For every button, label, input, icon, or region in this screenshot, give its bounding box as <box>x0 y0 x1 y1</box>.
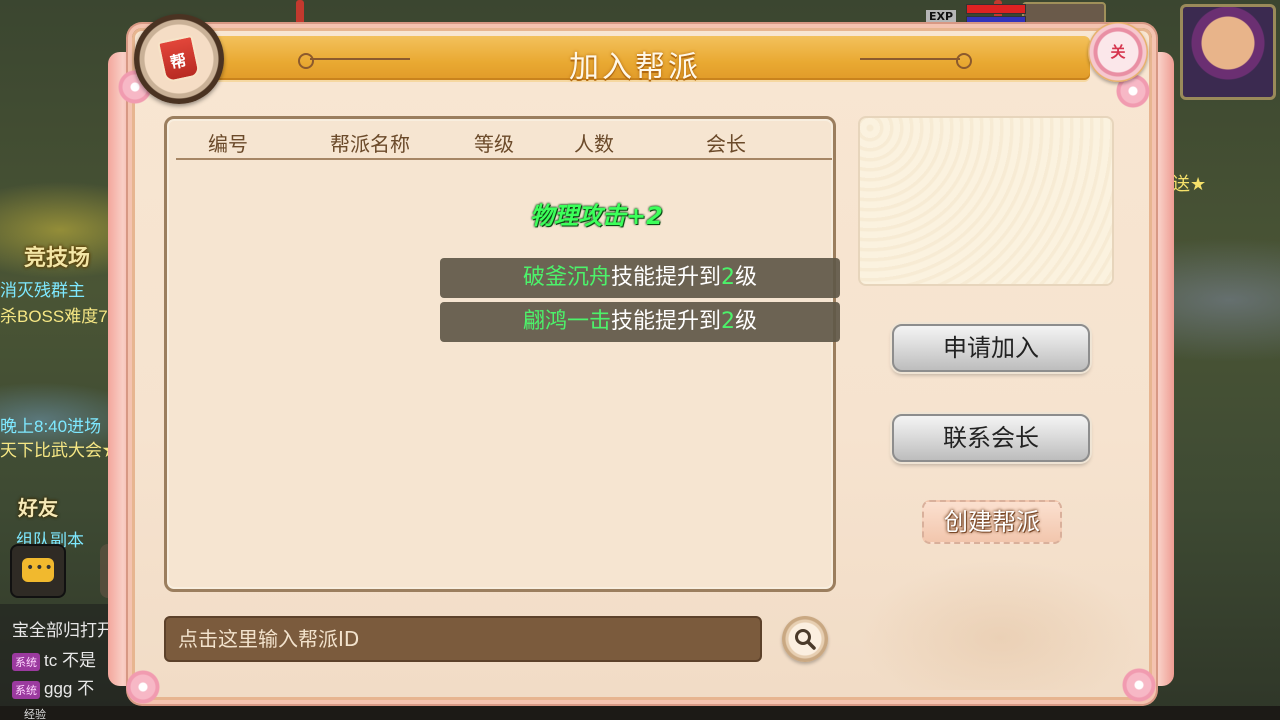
skill-upgrade-toast: 破釜沉舟技能提升到2级 <box>440 258 840 298</box>
mp-bar <box>966 16 1026 24</box>
column-header-leader: 会长 <box>706 132 746 156</box>
contact-leader-button[interactable]: 联系会长 <box>892 414 1090 462</box>
system-badge: 系统 <box>12 652 40 671</box>
toast-suffix: 级 <box>735 309 758 334</box>
skill-name: 翩鸿一击 <box>522 309 611 334</box>
chat-line: 系统 tc 不是 <box>12 646 96 671</box>
chat-text: ggg 不 <box>44 679 95 698</box>
chat-line: 宝全部归打开 <box>12 616 114 641</box>
create-guild-button[interactable]: 创建帮派 <box>922 500 1062 544</box>
flourish-right <box>860 53 972 69</box>
exp-label: EXP <box>926 10 957 23</box>
column-header-level: 等级 <box>474 132 514 156</box>
red-rope-decoration <box>296 0 304 30</box>
arena-label[interactable]: 竞技场 <box>24 240 90 272</box>
close-seal-icon: 关 <box>1110 43 1126 61</box>
column-header-members: 人数 <box>574 132 614 156</box>
toast-text: 技能提升到 <box>610 265 721 290</box>
toast-suffix: 级 <box>735 265 758 290</box>
system-badge: 系统 <box>12 680 40 699</box>
guild-info-preview <box>858 116 1114 286</box>
quest-tracker-line[interactable]: 天下比武大会★ <box>0 436 119 461</box>
guild-id-search-input[interactable] <box>164 616 762 662</box>
chat-button[interactable] <box>10 544 66 598</box>
exp-strip: 经验 <box>0 706 1280 720</box>
dialog-header: 加入帮派 <box>180 36 1090 85</box>
guild-list-panel[interactable] <box>164 116 836 592</box>
exp-strip-label: 经验 <box>24 708 46 720</box>
cloud-decoration <box>860 560 1140 690</box>
search-button[interactable] <box>782 616 828 662</box>
blossom-decoration <box>1122 668 1156 702</box>
dialog-title: 加入帮派 <box>569 50 701 85</box>
hp-bar <box>966 4 1026 14</box>
player-avatar[interactable] <box>1180 4 1276 100</box>
close-button[interactable]: 关 <box>1088 22 1148 82</box>
skill-upgrade-toast: 翩鸿一击技能提升到2级 <box>440 302 840 342</box>
skill-level: 2 <box>721 265 735 290</box>
event-star-text: 送★ <box>1172 174 1207 195</box>
chat-bubble-icon <box>22 558 54 582</box>
guild-flag-icon: 帮 <box>134 14 224 104</box>
buff-notification: 物理攻击+2 <box>530 202 663 230</box>
friend-label[interactable]: 好友 <box>18 492 58 521</box>
skill-name: 破釜沉舟 <box>522 265 611 290</box>
quest-tracker-line[interactable]: 消灭残群主 <box>0 276 85 301</box>
toast-text: 技能提升到 <box>610 309 721 334</box>
quest-tracker-line[interactable]: 杀BOSS难度7 <box>0 302 108 327</box>
header-divider <box>176 158 832 160</box>
blossom-decoration <box>126 670 160 704</box>
quest-tracker-line[interactable]: 晚上8:40进场 <box>0 412 101 437</box>
column-header-id: 编号 <box>208 132 248 156</box>
apply-join-button[interactable]: 申请加入 <box>892 324 1090 372</box>
chat-text: 宝全部归打开 <box>12 621 114 640</box>
chat-line: 系统 ggg 不 <box>12 674 94 699</box>
column-header-guild-name: 帮派名称 <box>330 132 410 156</box>
magnifier-icon <box>795 629 816 650</box>
skill-level: 2 <box>721 309 735 334</box>
chat-text: tc 不是 <box>44 651 96 670</box>
